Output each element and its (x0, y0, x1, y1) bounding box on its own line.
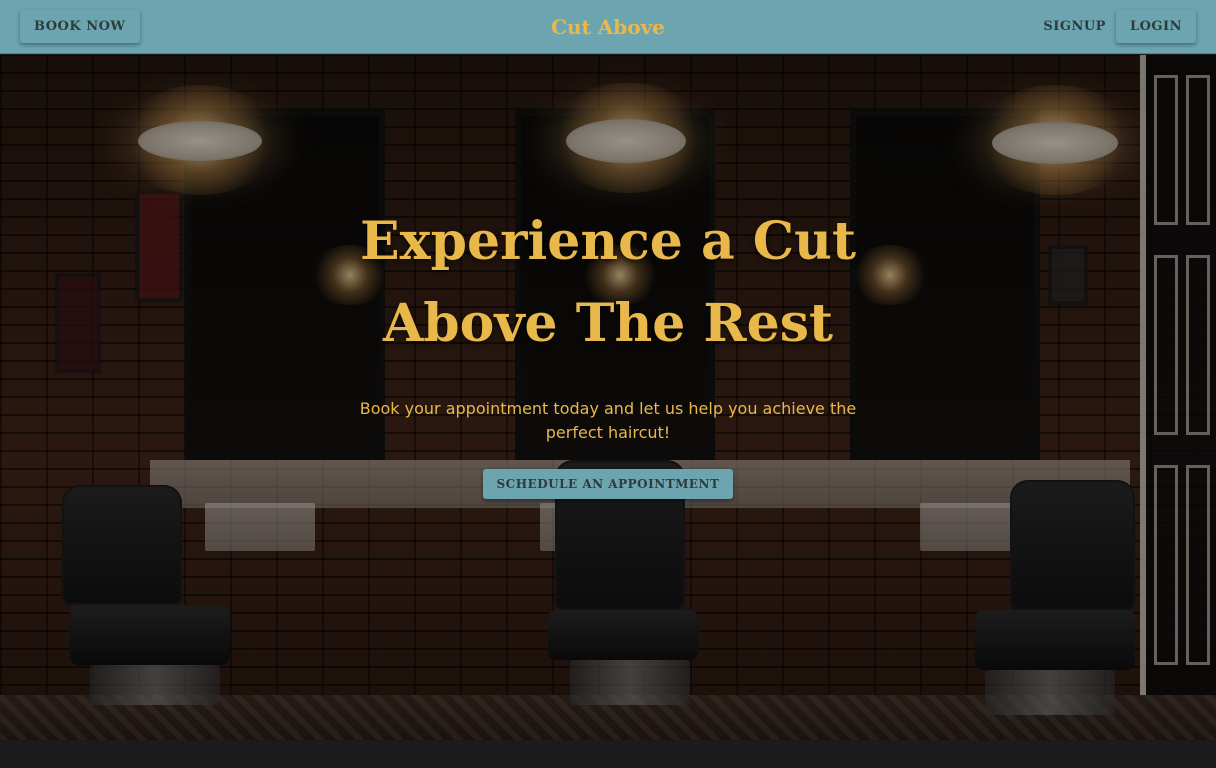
hero-content: Experience a Cut Above The Rest Book you… (0, 55, 1216, 740)
book-now-button[interactable]: BOOK NOW (20, 10, 140, 43)
signup-link[interactable]: SIGNUP (1039, 10, 1110, 43)
auth-links: SIGNUP LOGIN (1039, 10, 1196, 43)
login-button[interactable]: LOGIN (1115, 10, 1196, 43)
brand-title[interactable]: Cut Above (0, 0, 1216, 54)
hero-section: Experience a Cut Above The Rest Book you… (0, 55, 1216, 740)
hero-headline: Experience a Cut Above The Rest (360, 211, 856, 354)
hero-subtext: Book your appointment today and let us h… (359, 399, 857, 442)
navbar: BOOK NOW Cut Above SIGNUP LOGIN (0, 0, 1216, 54)
schedule-appointment-button[interactable]: SCHEDULE AN APPOINTMENT (482, 469, 734, 499)
footer-strip (0, 740, 1216, 768)
